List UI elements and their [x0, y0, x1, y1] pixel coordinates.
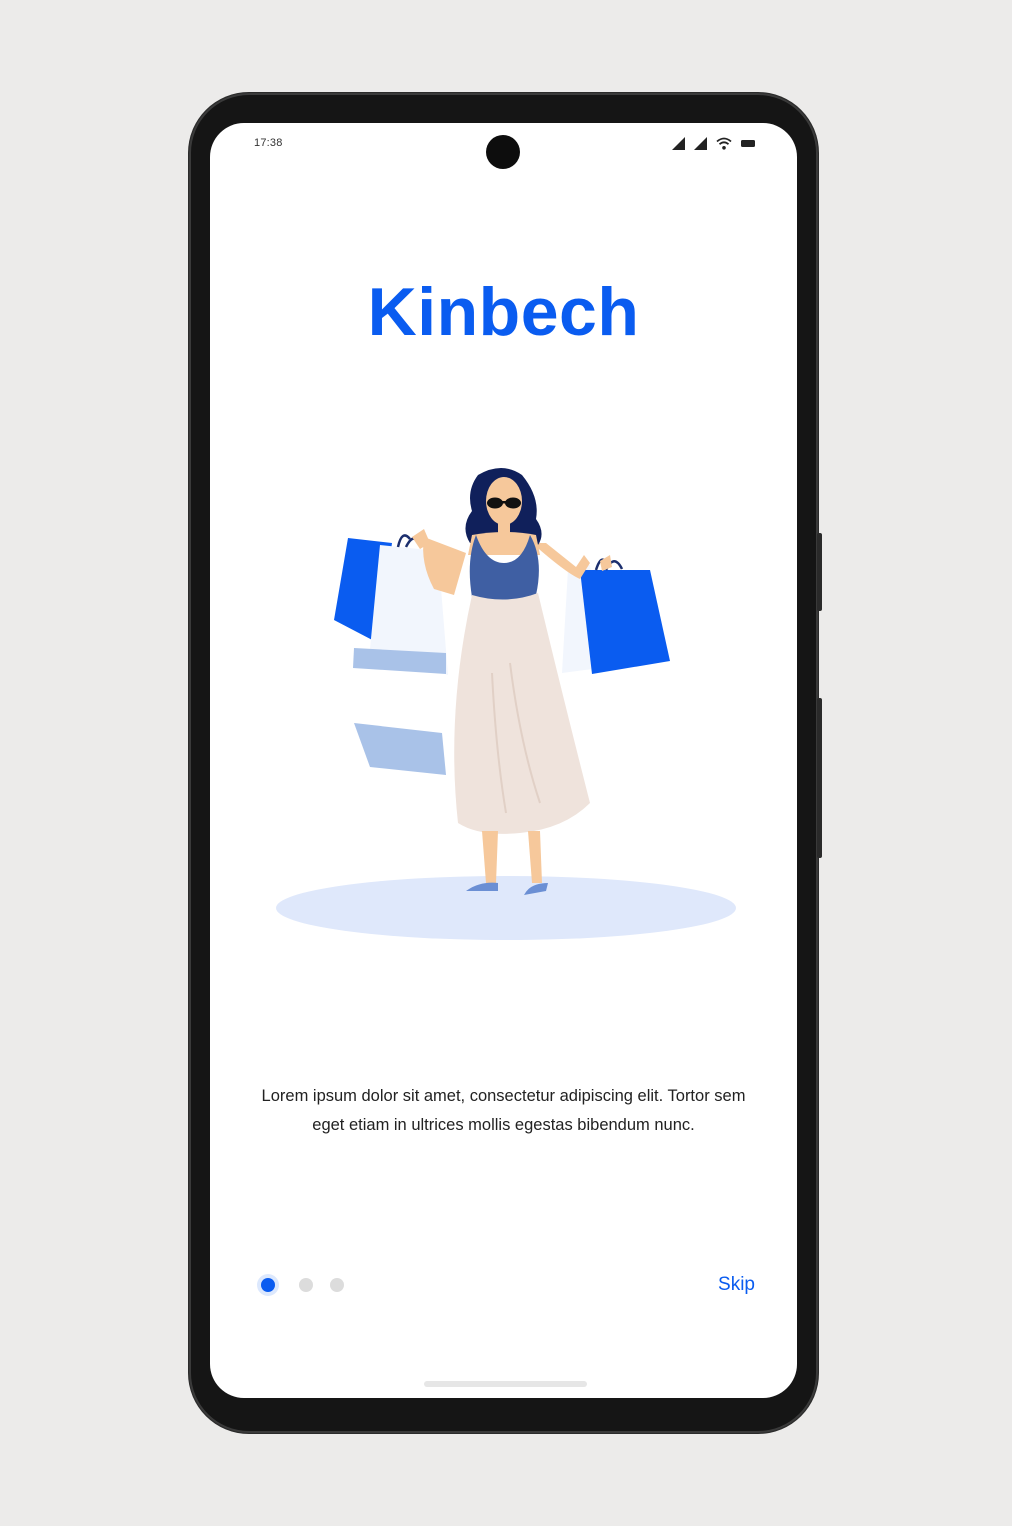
signal-icon: [672, 136, 685, 150]
volume-button: [817, 533, 822, 611]
status-time: 17:38: [254, 137, 283, 149]
power-button: [817, 698, 822, 858]
page-dot-3[interactable]: [330, 1278, 344, 1292]
skip-button[interactable]: Skip: [718, 1274, 755, 1296]
battery-icon: [741, 139, 755, 148]
woman-with-shopping-bags-illustration: [210, 463, 797, 953]
front-camera: [486, 135, 520, 169]
signal-icon: [694, 136, 707, 150]
screen: 17:38 Kinbech Lorem ipsum dolor sit amet…: [210, 123, 797, 1398]
wifi-icon: [716, 137, 732, 150]
status-bar: 17:38: [210, 123, 797, 169]
home-indicator[interactable]: [424, 1381, 587, 1387]
page-dot-2[interactable]: [299, 1278, 313, 1292]
status-icons: [672, 135, 755, 151]
app-title: Kinbech: [367, 274, 640, 350]
page-dot-1[interactable]: [261, 1278, 275, 1292]
onboarding-description: Lorem ipsum dolor sit amet, consectetur …: [261, 1086, 746, 1135]
